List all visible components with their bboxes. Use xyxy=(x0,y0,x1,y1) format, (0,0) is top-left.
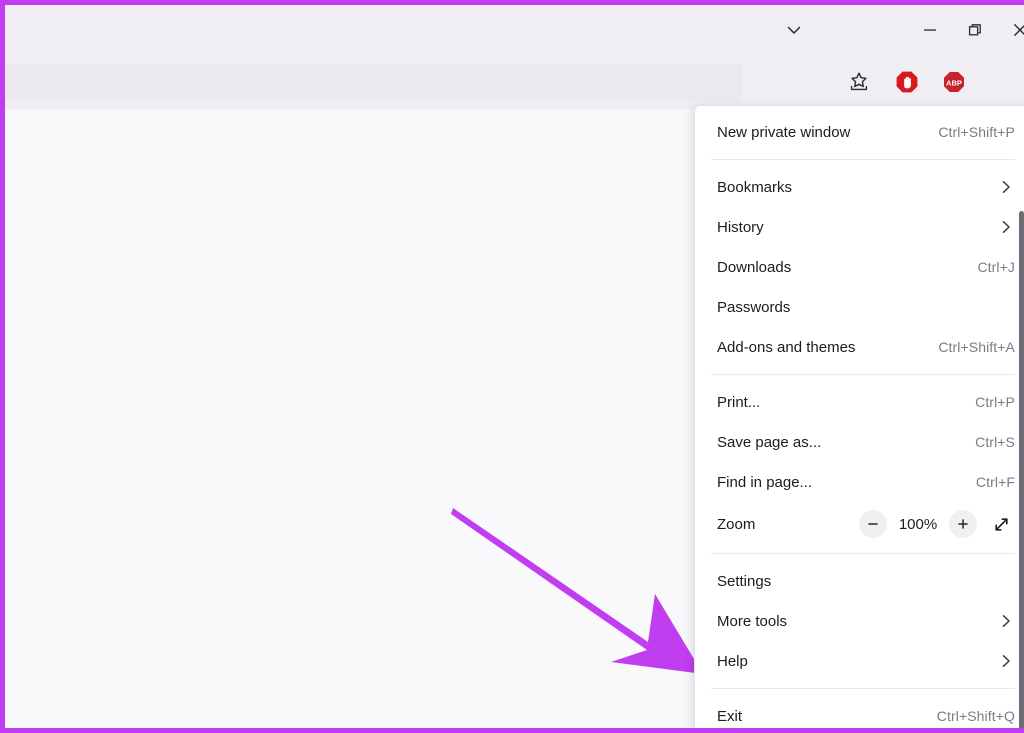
menu-group-settings: Settings More tools Help xyxy=(695,561,1024,681)
stop-hand-icon xyxy=(895,70,919,94)
menu-item-passwords[interactable]: Passwords xyxy=(695,287,1024,327)
menu-group-exit: Exit Ctrl+Shift+Q xyxy=(695,696,1024,733)
menu-separator xyxy=(711,159,1015,160)
menu-item-label: Print... xyxy=(717,394,760,411)
browser-window: gle or enter address ABP xyxy=(0,0,1024,733)
menu-scrollbar-thumb[interactable] xyxy=(1019,211,1024,731)
menu-item-shortcut: Ctrl+F xyxy=(976,474,1015,490)
app-menu-panel: New private window Ctrl+Shift+P Bookmark… xyxy=(694,105,1024,733)
zoom-level-value: 100% xyxy=(897,516,939,533)
fullscreen-button[interactable] xyxy=(987,510,1015,538)
address-bar[interactable]: gle or enter address xyxy=(0,63,743,101)
menu-item-label: Save page as... xyxy=(717,434,821,451)
chevron-right-icon xyxy=(997,218,1015,236)
menu-group-library: Bookmarks History Downloads Ctrl+J xyxy=(695,167,1024,367)
plus-icon xyxy=(955,516,971,532)
menu-item-shortcut: Ctrl+J xyxy=(977,259,1015,275)
menu-item-label: Add-ons and themes xyxy=(717,339,855,356)
menu-item-more-tools[interactable]: More tools xyxy=(695,601,1024,641)
menu-separator xyxy=(711,688,1015,689)
menu-item-shortcut: Ctrl+P xyxy=(975,394,1015,410)
chevron-right-icon xyxy=(997,178,1015,196)
menu-item-shortcut: Ctrl+Shift+Q xyxy=(937,708,1015,724)
minimize-icon xyxy=(920,20,940,40)
zoom-in-button[interactable] xyxy=(949,510,977,538)
menu-item-zoom: Zoom 100% xyxy=(695,502,1024,546)
zoom-controls: 100% xyxy=(859,510,1015,538)
menu-item-label: Help xyxy=(717,653,748,670)
menu-separator xyxy=(711,374,1015,375)
menu-group-private: New private window Ctrl+Shift+P xyxy=(695,112,1024,152)
menu-item-bookmarks[interactable]: Bookmarks xyxy=(695,167,1024,207)
title-bar xyxy=(5,5,1024,55)
menu-item-exit[interactable]: Exit Ctrl+Shift+Q xyxy=(695,696,1024,733)
fullscreen-diagonal-arrows-icon xyxy=(992,515,1011,534)
adblock-plus-button[interactable]: ABP xyxy=(938,66,970,98)
abp-icon: ABP xyxy=(942,70,966,94)
menu-scrollbar[interactable] xyxy=(1019,106,1024,733)
menu-item-label: History xyxy=(717,219,764,236)
close-icon xyxy=(1010,20,1024,40)
menu-item-shortcut: Ctrl+Shift+A xyxy=(938,339,1015,355)
bookmark-star-button[interactable] xyxy=(843,66,875,98)
menu-item-downloads[interactable]: Downloads Ctrl+J xyxy=(695,247,1024,287)
chevron-right-icon xyxy=(997,612,1015,630)
star-tray-icon xyxy=(846,69,872,95)
menu-item-shortcut: Ctrl+S xyxy=(975,434,1015,450)
menu-item-new-private-window[interactable]: New private window Ctrl+Shift+P xyxy=(695,112,1024,152)
menu-item-label: Exit xyxy=(717,708,742,725)
restore-icon xyxy=(965,20,985,40)
ublock-origin-button[interactable] xyxy=(891,66,923,98)
menu-item-label: Find in page... xyxy=(717,474,812,491)
zoom-out-button[interactable] xyxy=(859,510,887,538)
restore-button[interactable] xyxy=(952,5,998,55)
minimize-button[interactable] xyxy=(907,5,953,55)
menu-item-label: Passwords xyxy=(717,299,790,316)
menu-item-find-in-page[interactable]: Find in page... Ctrl+F xyxy=(695,462,1024,502)
chevron-down-icon xyxy=(784,20,804,40)
menu-item-settings[interactable]: Settings xyxy=(695,561,1024,601)
annotation-arrow-icon xyxy=(435,494,725,694)
menu-item-save-page-as[interactable]: Save page as... Ctrl+S xyxy=(695,422,1024,462)
menu-item-label: Bookmarks xyxy=(717,179,792,196)
menu-item-help[interactable]: Help xyxy=(695,641,1024,681)
menu-item-label: Settings xyxy=(717,573,771,590)
minus-icon xyxy=(865,516,881,532)
menu-item-label: Downloads xyxy=(717,259,791,276)
menu-item-shortcut: Ctrl+Shift+P xyxy=(938,124,1015,140)
navigation-toolbar: gle or enter address ABP xyxy=(5,55,1024,109)
menu-item-print[interactable]: Print... Ctrl+P xyxy=(695,382,1024,422)
menu-item-label: New private window xyxy=(717,124,850,141)
menu-separator xyxy=(711,553,1015,554)
close-button[interactable] xyxy=(997,5,1024,55)
menu-item-addons-and-themes[interactable]: Add-ons and themes Ctrl+Shift+A xyxy=(695,327,1024,367)
zoom-label: Zoom xyxy=(717,516,755,533)
svg-text:ABP: ABP xyxy=(946,78,962,87)
tab-list-chevron-down-icon[interactable] xyxy=(771,5,817,55)
chevron-right-icon xyxy=(997,652,1015,670)
menu-item-label: More tools xyxy=(717,613,787,630)
menu-group-page-actions: Print... Ctrl+P Save page as... Ctrl+S F… xyxy=(695,382,1024,546)
menu-item-history[interactable]: History xyxy=(695,207,1024,247)
